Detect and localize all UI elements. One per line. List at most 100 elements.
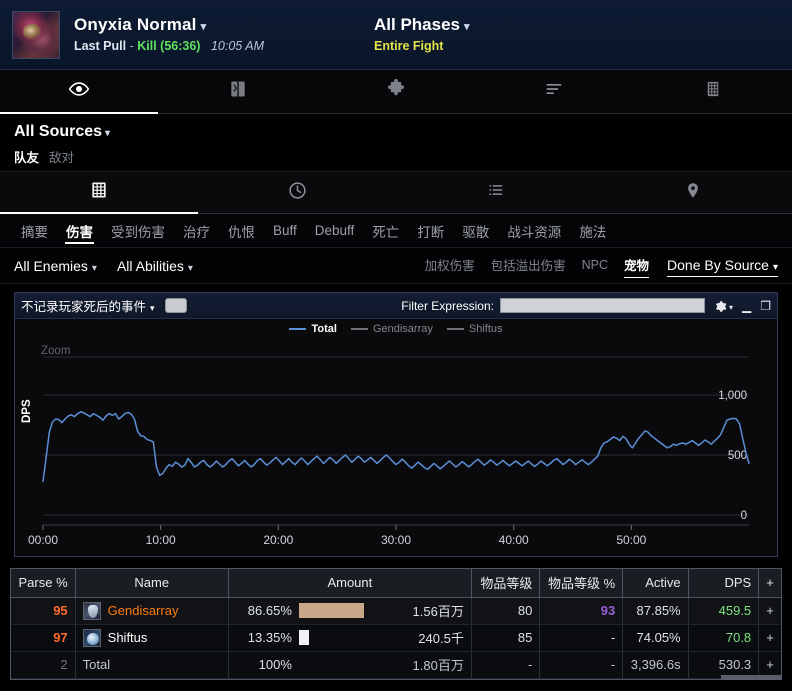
gear-icon[interactable]: ▾ bbox=[714, 298, 733, 313]
legend-line-icon bbox=[351, 328, 368, 330]
chevron-down-icon: ▾ bbox=[150, 303, 155, 313]
subtab-timeline[interactable] bbox=[198, 172, 396, 213]
enemies-dropdown-label: All Enemies bbox=[14, 258, 88, 274]
expand-row-button[interactable]: + bbox=[766, 657, 774, 672]
puzzle-icon bbox=[385, 78, 407, 105]
subtab-table[interactable] bbox=[0, 172, 198, 213]
filter-bar: All Enemies▾ All Abilities▾ 加权伤害 包括溢出伤害 … bbox=[0, 248, 792, 284]
chevron-down-icon: ▾ bbox=[773, 262, 778, 273]
film-icon bbox=[704, 78, 722, 105]
enemies-dropdown[interactable]: All Enemies▾ bbox=[14, 258, 97, 274]
player-name[interactable]: Shiftus bbox=[108, 630, 148, 645]
tab-plugins[interactable] bbox=[317, 70, 475, 113]
metric-tab-interrupts[interactable]: 打断 bbox=[408, 214, 453, 247]
amount-value: 1.80百万 bbox=[396, 655, 464, 674]
svg-text:20:00: 20:00 bbox=[263, 533, 293, 547]
metric-tab-threat[interactable]: 仇恨 bbox=[219, 214, 264, 247]
toggle-pets[interactable]: 宠物 bbox=[624, 255, 649, 276]
sources-label: All Sources bbox=[14, 123, 102, 140]
metric-tab-casts[interactable]: 施法 bbox=[570, 214, 615, 247]
column-header-amount[interactable]: Amount bbox=[228, 569, 471, 597]
svg-text:1,000: 1,000 bbox=[718, 390, 747, 402]
player-name[interactable]: Gendisarray bbox=[108, 603, 179, 618]
column-header-name[interactable]: Name bbox=[75, 569, 228, 597]
svg-text:40:00: 40:00 bbox=[499, 533, 529, 547]
table-row[interactable]: 95 Gendisarray 86.65% 1.56百万 80 93 bbox=[11, 597, 781, 624]
column-header-expand[interactable]: + bbox=[759, 569, 781, 597]
metric-tab-deaths[interactable]: 死亡 bbox=[363, 214, 408, 247]
secondary-tab-bar bbox=[0, 172, 792, 214]
chart-legend: Total Gendisarray Shiftus bbox=[15, 319, 777, 339]
tab-rankings[interactable] bbox=[475, 70, 633, 113]
done-by-source-dropdown[interactable]: Done By Source ▾ bbox=[667, 257, 778, 275]
metric-tab-summary[interactable]: 摘要 bbox=[12, 214, 57, 247]
eye-icon bbox=[68, 78, 90, 105]
svg-text:0: 0 bbox=[741, 510, 747, 522]
svg-text:50:00: 50:00 bbox=[616, 533, 646, 547]
expand-row-button[interactable]: + bbox=[766, 630, 774, 645]
abilities-dropdown[interactable]: All Abilities▾ bbox=[117, 258, 193, 274]
metric-tab-damage[interactable]: 伤害 bbox=[57, 214, 102, 247]
tab-timeline-film[interactable] bbox=[634, 70, 792, 113]
metric-tab-bar: 摘要 伤害 受到伤害 治疗 仇恨 Buff Debuff 死亡 打断 驱散 战斗… bbox=[0, 214, 792, 248]
damage-table: Parse % Name Amount 物品等级 物品等级 % Active D… bbox=[10, 568, 782, 680]
pin-icon bbox=[684, 180, 702, 206]
subtab-map[interactable] bbox=[594, 172, 792, 213]
primary-tab-bar bbox=[0, 70, 792, 114]
amount-percent: 100% bbox=[236, 657, 292, 672]
amount-value: 1.56百万 bbox=[396, 601, 464, 620]
death-events-dropdown[interactable]: 不记录玩家死后的事件▾ bbox=[21, 296, 155, 315]
dash-separator: - bbox=[130, 39, 134, 53]
metric-tab-healing[interactable]: 治疗 bbox=[174, 214, 219, 247]
minimize-icon[interactable]: ▁ bbox=[742, 299, 751, 313]
active-value: 87.85% bbox=[623, 597, 688, 624]
column-header-parse[interactable]: Parse % bbox=[11, 569, 75, 597]
horizontal-scrollbar[interactable] bbox=[721, 675, 781, 680]
source-toggle-friendlies[interactable]: 队友 bbox=[14, 151, 39, 165]
active-value: 74.05% bbox=[623, 624, 688, 651]
svg-text:00:00: 00:00 bbox=[28, 533, 58, 547]
tab-overview[interactable] bbox=[0, 70, 158, 113]
clock-icon bbox=[287, 180, 308, 206]
column-header-dps[interactable]: DPS bbox=[688, 569, 759, 597]
legend-item-total[interactable]: Total bbox=[289, 323, 336, 335]
toggle-weighted-damage[interactable]: 加权伤害 bbox=[425, 255, 475, 276]
sources-dropdown[interactable]: All Sources▾ bbox=[14, 121, 778, 145]
amount-value: 240.5千 bbox=[396, 628, 464, 647]
dps-value: 459.5 bbox=[719, 603, 752, 618]
chart-plot-area[interactable]: Zoom DPS 05001,00000:0010:0020:0030:0040… bbox=[15, 339, 777, 555]
column-header-ilvl[interactable]: 物品等级 bbox=[471, 569, 540, 597]
toggle-npc[interactable]: NPC bbox=[582, 258, 608, 274]
metric-tab-dispels[interactable]: 驱散 bbox=[453, 214, 498, 247]
metric-tab-damage-taken[interactable]: 受到伤害 bbox=[102, 214, 174, 247]
color-swatch[interactable] bbox=[165, 298, 187, 313]
table-header-row: Parse % Name Amount 物品等级 物品等级 % Active D… bbox=[11, 569, 781, 597]
filter-expression-input[interactable] bbox=[500, 298, 705, 313]
legend-label: Shiftus bbox=[469, 323, 503, 335]
metric-tab-buffs[interactable]: Buff bbox=[264, 214, 306, 247]
column-header-ilvl-pct[interactable]: 物品等级 % bbox=[540, 569, 623, 597]
table-row[interactable]: 97 Shiftus 13.35% 240.5千 85 - 74.0 bbox=[11, 624, 781, 651]
parse-value: 95 bbox=[53, 603, 67, 618]
pull-duration: (56:36) bbox=[160, 39, 200, 53]
parse-value: 2 bbox=[60, 657, 67, 672]
column-header-active[interactable]: Active bbox=[623, 569, 688, 597]
pull-result: Kill bbox=[137, 39, 156, 53]
maximize-icon[interactable]: ❐ bbox=[760, 299, 771, 313]
legend-item-gendisarray[interactable]: Gendisarray bbox=[351, 323, 433, 335]
chart-svg: 05001,00000:0010:0020:0030:0040:0050:00 bbox=[15, 339, 777, 555]
amount-bar-fill bbox=[299, 630, 309, 645]
source-toggle-enemies[interactable]: 敌对 bbox=[49, 151, 74, 165]
toggle-include-overkill[interactable]: 包括溢出伤害 bbox=[491, 255, 566, 276]
metric-tab-resources[interactable]: 战斗资源 bbox=[498, 214, 570, 247]
phase-dropdown[interactable]: All Phases▾ bbox=[374, 14, 470, 38]
done-by-source-label: Done By Source bbox=[667, 257, 769, 273]
metric-tab-debuffs[interactable]: Debuff bbox=[306, 214, 364, 247]
legend-item-shiftus[interactable]: Shiftus bbox=[447, 323, 503, 335]
legend-label: Gendisarray bbox=[373, 323, 433, 335]
tab-replay[interactable] bbox=[158, 70, 316, 113]
encounter-dropdown[interactable]: Onyxia Normal▾ bbox=[74, 14, 264, 38]
legend-line-icon bbox=[447, 328, 464, 330]
subtab-events[interactable] bbox=[396, 172, 594, 213]
expand-row-button[interactable]: + bbox=[766, 603, 774, 618]
